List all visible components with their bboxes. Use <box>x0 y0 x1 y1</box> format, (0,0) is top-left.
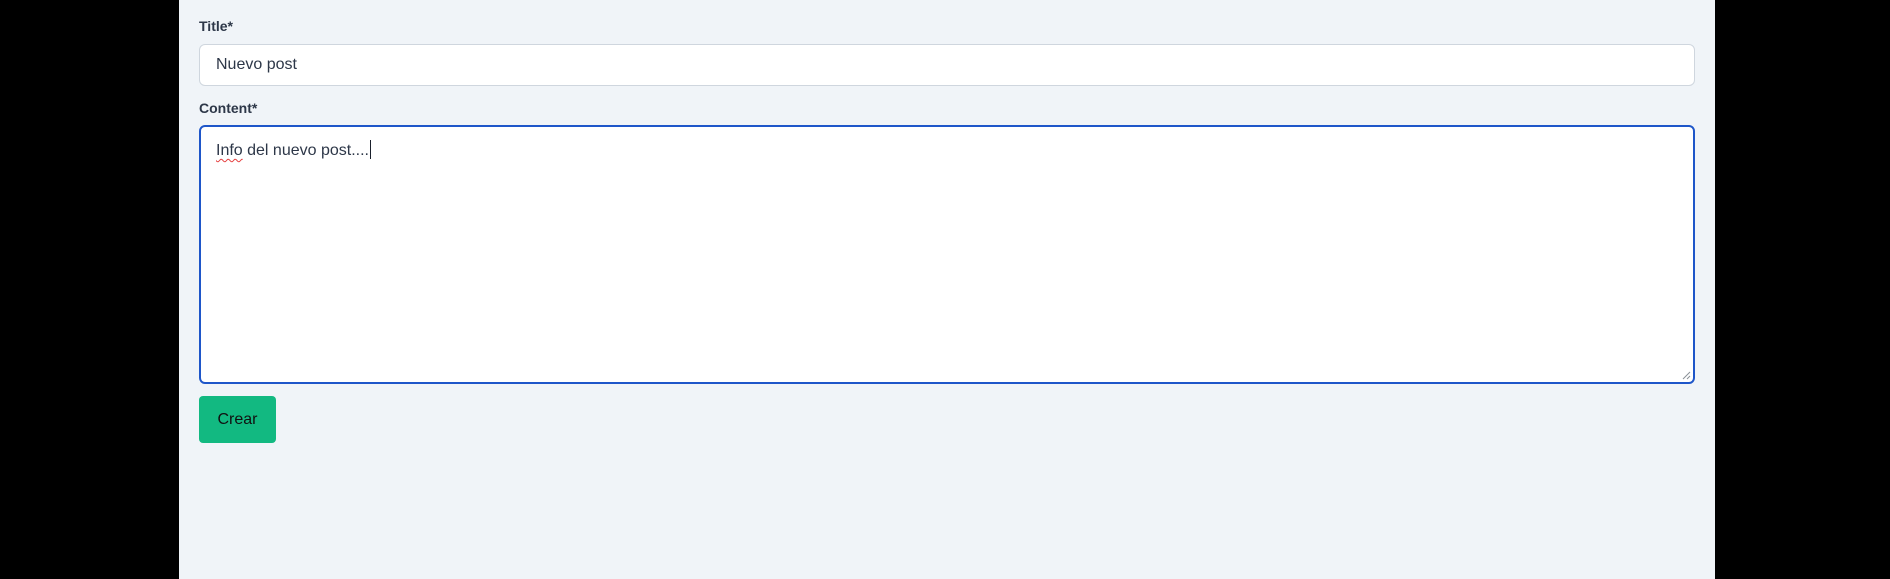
content-textarea[interactable]: Info del nuevo post.... <box>199 125 1695 384</box>
title-label: Title* <box>199 18 233 34</box>
page-container: Title* Content* Info del nuevo post.... … <box>179 0 1715 579</box>
title-input[interactable] <box>199 44 1695 86</box>
misspelled-word: Info <box>216 142 243 159</box>
content-text: Info del nuevo post.... <box>216 140 371 159</box>
content-label: Content* <box>199 100 258 116</box>
content-text-rest: del nuevo post.... <box>242 142 369 159</box>
crear-button[interactable]: Crear <box>199 396 276 443</box>
text-caret <box>370 140 371 159</box>
resize-handle-icon[interactable] <box>1682 371 1691 380</box>
